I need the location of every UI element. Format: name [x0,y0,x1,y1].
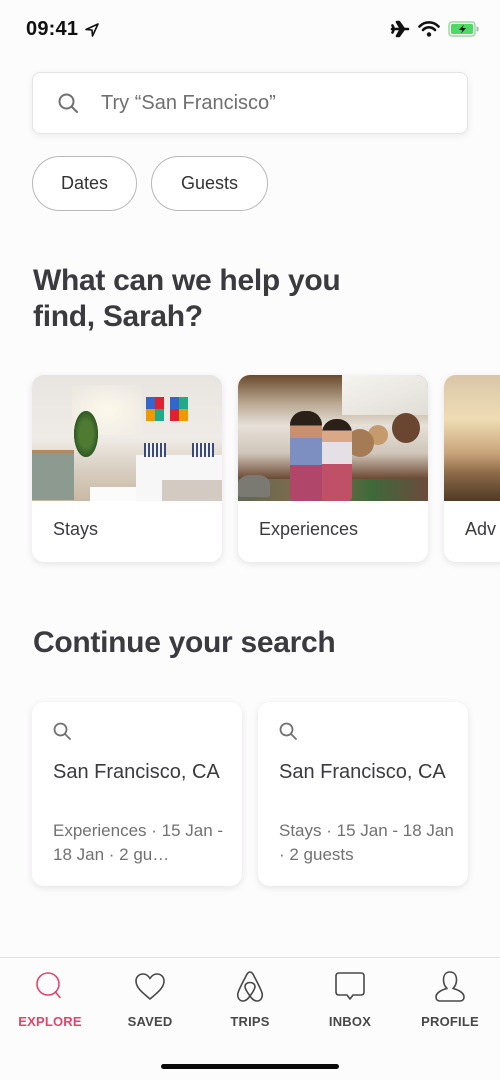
wifi-icon [418,21,440,37]
message-bubble-icon [335,972,365,1000]
recent-search-title: San Francisco, CA [279,761,446,783]
airbnb-logo-icon [236,971,264,1002]
tab-label: SAVED [127,1014,173,1029]
cooking-class-photo [238,375,428,501]
tab-label: TRIPS [230,1014,270,1029]
person-icon [435,971,465,1002]
battery-charging-icon [448,21,479,37]
category-carousel[interactable]: Stays Experiences Adv [32,375,500,562]
home-indicator[interactable] [161,1064,339,1069]
category-card-stays[interactable]: Stays [32,375,222,562]
status-icons [390,19,480,39]
tab-label: EXPLORE [18,1014,82,1029]
category-card-experiences[interactable]: Experiences [238,375,428,562]
recent-search-details: Stays · 15 Jan - 18 Jan · 2 guests [279,821,454,864]
heart-icon [135,973,165,1000]
guests-filter-button[interactable]: Guests [151,156,268,211]
greeting-heading: What can we help you find, Sarah? [33,264,341,333]
filter-pills: Dates Guests [32,156,268,211]
search-input[interactable] [101,91,431,115]
recent-search-card[interactable]: San Francisco, CA Stays · 15 Jan - 18 Ja… [258,702,468,886]
status-time: 09:41 [26,18,79,40]
tab-label: INBOX [328,1014,372,1029]
tab-trips[interactable]: TRIPS [200,970,300,1029]
continue-search-heading: Continue your search [33,626,336,659]
bottom-tab-bar: EXPLORE SAVED TRIPS INBOX PROFILE [0,957,500,1080]
category-label: Stays [53,519,99,539]
category-card-adventures[interactable]: Adv [444,375,500,562]
sunset-landscape-photo [444,375,500,501]
bedroom-photo [32,375,222,501]
recent-search-title: San Francisco, CA [53,761,220,783]
status-bar: 09:41 [0,0,500,60]
tab-inbox[interactable]: INBOX [300,970,400,1029]
recent-search-card[interactable]: San Francisco, CA Experiences · 15 Jan -… [32,702,242,886]
recent-searches: San Francisco, CA Experiences · 15 Jan -… [32,702,468,886]
tab-saved[interactable]: SAVED [100,970,200,1029]
category-label: Adv [465,519,497,539]
tab-profile[interactable]: PROFILE [400,970,500,1029]
tab-label: PROFILE [421,1014,479,1029]
dates-filter-button[interactable]: Dates [32,156,137,211]
tab-explore[interactable]: EXPLORE [0,970,100,1029]
search-icon [36,972,61,999]
search-icon [279,722,297,740]
search-icon [53,722,71,740]
search-icon [58,93,78,113]
recent-search-details: Experiences · 15 Jan - 18 Jan · 2 gu… [53,821,224,864]
search-bar[interactable] [32,72,468,134]
category-label: Experiences [259,519,359,539]
location-arrow-icon [85,23,99,37]
airplane-icon [390,20,410,38]
